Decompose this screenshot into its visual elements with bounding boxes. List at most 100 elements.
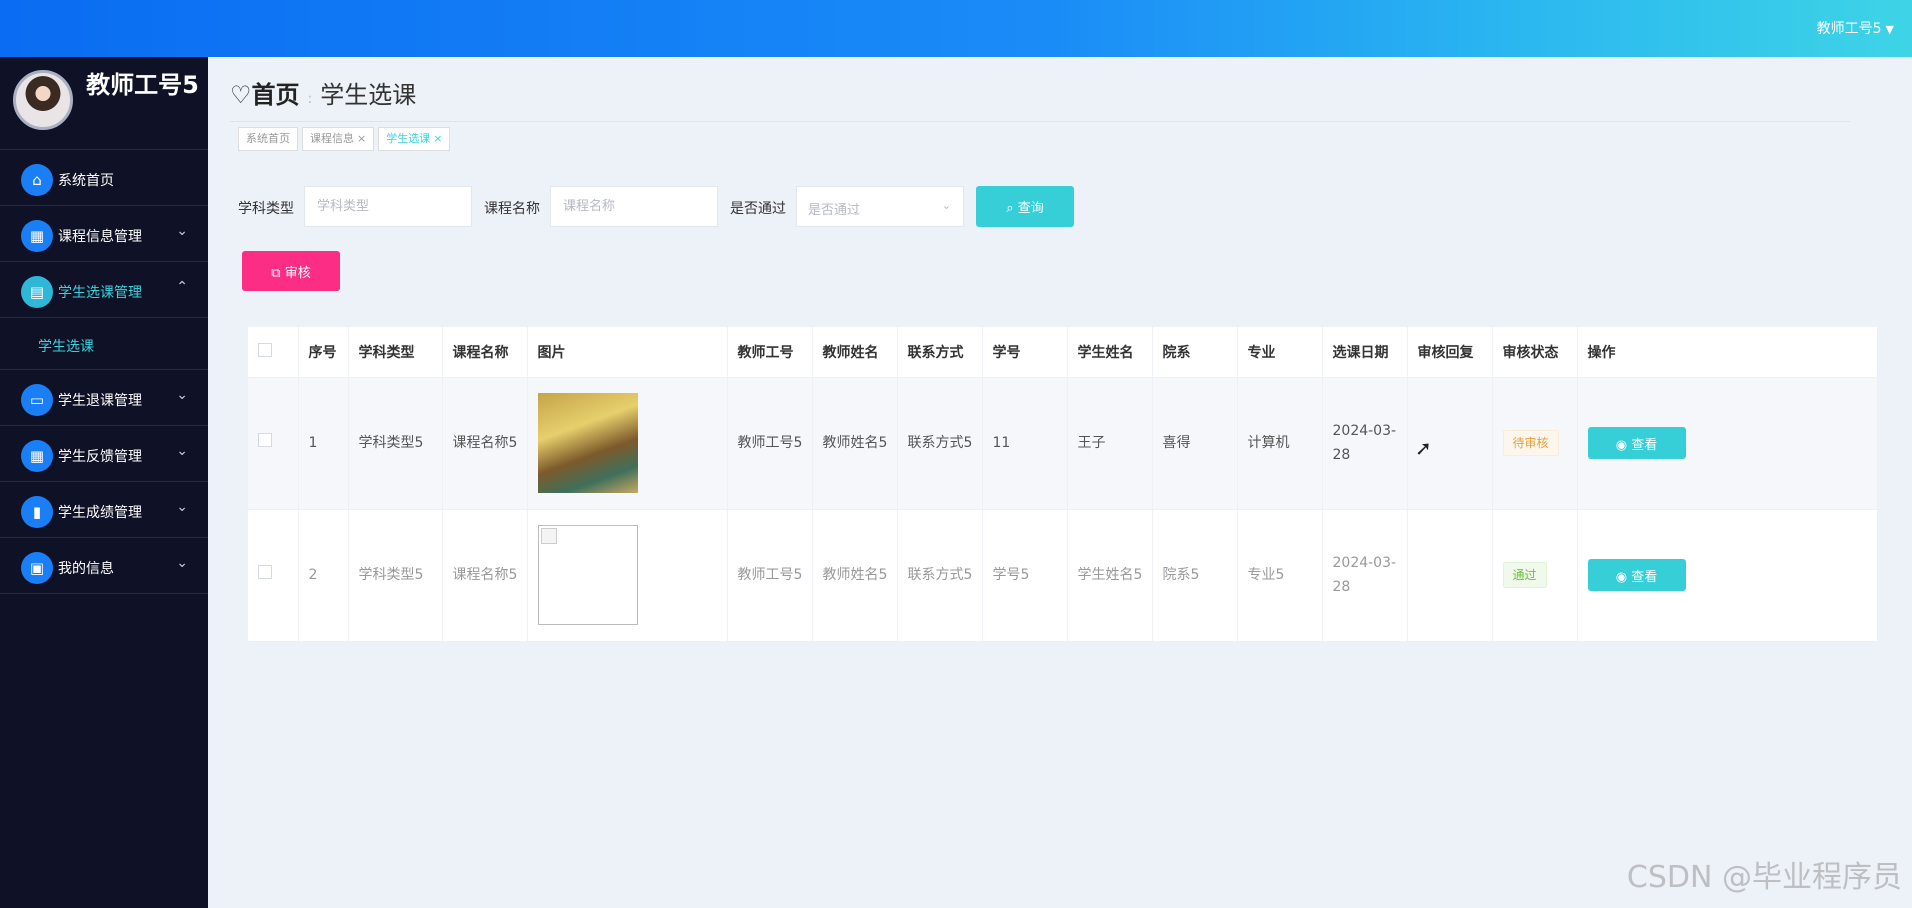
cell-student-name: 王子	[1067, 377, 1153, 510]
view-button[interactable]: ◉ 查看	[1587, 427, 1686, 459]
page-title: 学生选课	[320, 81, 417, 109]
tag-home[interactable]: 系统首页	[238, 127, 298, 151]
grid-icon: ▦	[21, 440, 53, 472]
table-row: 2 学科类型5 课程名称5 教师工号5 教师姓名5 联系方式5 学号5 学生姓名…	[248, 509, 1878, 642]
cell-subject: 学科类型5	[348, 509, 443, 642]
tag-course-selection[interactable]: 学生选课 ×	[378, 127, 451, 151]
broken-image-icon[interactable]	[537, 525, 638, 625]
sidebar-subitem-course-selection[interactable]: 学生选课	[0, 318, 208, 370]
cell-image	[527, 509, 728, 642]
tag-label: 学生选课	[386, 132, 431, 145]
sidebar-item-grades[interactable]: ▮ 学生成绩管理 ⌄	[0, 482, 208, 538]
table-row: 1 学科类型5 课程名称5 教师工号5 教师姓名5 联系方式5 11 王子 喜得…	[248, 377, 1878, 510]
cell-contact: 联系方式5	[897, 377, 983, 510]
column-header: 课程名称	[442, 327, 528, 378]
cell-action: ◉ 查看	[1577, 509, 1878, 642]
sidebar-item-label: 学生成绩管理	[58, 505, 142, 521]
row-checkbox[interactable]	[258, 565, 272, 579]
column-header: 联系方式	[897, 327, 983, 378]
tag-label: 课程信息	[310, 132, 354, 145]
eye-icon: ◉	[1615, 569, 1628, 585]
cell-teacher-id: 教师工号5	[727, 509, 813, 642]
sidebar-item-label: 我的信息	[58, 561, 114, 577]
column-header: 院系	[1152, 327, 1238, 378]
cell-dept: 院系5	[1152, 509, 1238, 642]
sidebar-item-course-info[interactable]: ▦ 课程信息管理 ⌄	[0, 206, 208, 262]
status-badge: 待审核	[1502, 430, 1559, 456]
cell-date: 2024-03-28	[1322, 509, 1408, 642]
audit-button-label: 审核	[284, 265, 311, 281]
cell-date: 2024-03-28	[1322, 377, 1408, 510]
select-all-checkbox[interactable]	[258, 342, 272, 357]
cell-teacher-name: 教师姓名5	[812, 509, 898, 642]
cell-student-no: 学号5	[982, 509, 1068, 642]
sidebar-item-label: 系统首页	[58, 173, 114, 189]
cell-contact: 联系方式5	[897, 509, 983, 642]
sidebar-item-label: 课程信息管理	[58, 229, 142, 245]
cell-status: 通过	[1492, 509, 1578, 642]
watermark: CSDN @毕业程序员	[1626, 860, 1902, 895]
user-menu[interactable]: 教师工号5 ▼	[1817, 18, 1894, 38]
cell-course: 课程名称5	[442, 377, 528, 510]
sidebar-item-feedback[interactable]: ▦ 学生反馈管理 ⌄	[0, 426, 208, 482]
sidebar-subitem-label: 学生选课	[38, 339, 94, 355]
course-input[interactable]	[550, 186, 718, 227]
cell-teacher-name: 教师姓名5	[812, 377, 898, 510]
sidebar-item-course-drop[interactable]: ▭ 学生退课管理 ⌄	[0, 370, 208, 426]
mouse-cursor-icon: ➚	[1415, 436, 1432, 460]
column-header: 序号	[298, 327, 349, 378]
course-label: 课程名称	[484, 201, 540, 217]
user-menu-label: 教师工号5	[1816, 21, 1882, 37]
breadcrumb-separator: :	[307, 91, 313, 107]
tag-course-info[interactable]: 课程信息 ×	[302, 127, 375, 151]
home-icon: ⌂	[21, 164, 53, 196]
query-button[interactable]: ⌕ 查询	[976, 186, 1074, 227]
sidebar-item-home[interactable]: ⌂ 系统首页	[0, 150, 208, 206]
top-bar: 教师工号5 ▼	[0, 0, 1912, 57]
avatar	[13, 70, 73, 130]
eye-icon: ◉	[1615, 437, 1628, 453]
tag-label: 系统首页	[246, 132, 290, 145]
chevron-down-icon: ⌄	[176, 443, 188, 459]
cell-status: 待审核	[1492, 377, 1578, 510]
audit-button[interactable]: ⧉ 审核	[242, 251, 340, 291]
cell-major: 专业5	[1237, 509, 1323, 642]
sidebar-item-label: 学生反馈管理	[58, 449, 142, 465]
clipboard-icon: ▤	[21, 276, 53, 308]
cell-image	[527, 377, 728, 510]
cell-no: 2	[298, 509, 349, 642]
sidebar-item-course-selection[interactable]: ▤ 学生选课管理 ⌃	[0, 262, 208, 318]
status-badge: 通过	[1502, 562, 1547, 588]
view-button-label: 查看	[1631, 437, 1658, 453]
search-icon: ⌕	[1006, 201, 1014, 216]
subject-label: 学科类型	[238, 201, 294, 217]
chevron-down-icon: ⌄	[176, 555, 188, 571]
pass-select[interactable]: 是否通过 ⌄	[796, 186, 964, 227]
row-checkbox[interactable]	[258, 433, 272, 447]
column-header: 教师工号	[727, 327, 813, 378]
chevron-down-icon: ⌄	[941, 199, 951, 212]
column-header: 学科类型	[348, 327, 443, 378]
cell-course: 课程名称5	[442, 509, 528, 642]
grid-icon: ▦	[21, 220, 53, 252]
sidebar-item-my-info[interactable]: ▣ 我的信息 ⌄	[0, 538, 208, 594]
chevron-up-icon: ⌃	[176, 279, 188, 295]
course-selection-table: 序号 学科类型 课程名称 图片 教师工号 教师姓名 联系方式 学号 学生姓名 院…	[248, 327, 1878, 642]
heart-icon: ♡	[230, 81, 252, 109]
course-image[interactable]	[537, 393, 638, 493]
cell-teacher-id: 教师工号5	[727, 377, 813, 510]
breadcrumb-home[interactable]: 首页	[252, 81, 300, 109]
view-button[interactable]: ◉ 查看	[1587, 559, 1686, 591]
page-header: ♡首页: 学生选课 系统首页 课程信息 × 学生选课 ×	[208, 57, 1912, 157]
column-header: 教师姓名	[812, 327, 898, 378]
cell-reply	[1407, 509, 1493, 642]
close-icon[interactable]: ×	[433, 132, 442, 145]
column-header: 操作	[1577, 327, 1878, 378]
column-header: 图片	[527, 327, 728, 378]
subject-input[interactable]	[304, 186, 472, 227]
column-header: 专业	[1237, 327, 1323, 378]
sidebar: 教师工号5 ⌂ 系统首页 ▦ 课程信息管理 ⌄ ▤ 学生选课管理 ⌃ 学生选课 …	[0, 57, 208, 908]
monitor-icon: ▭	[21, 384, 53, 416]
header-checkbox-cell	[248, 327, 299, 378]
close-icon[interactable]: ×	[357, 132, 366, 145]
